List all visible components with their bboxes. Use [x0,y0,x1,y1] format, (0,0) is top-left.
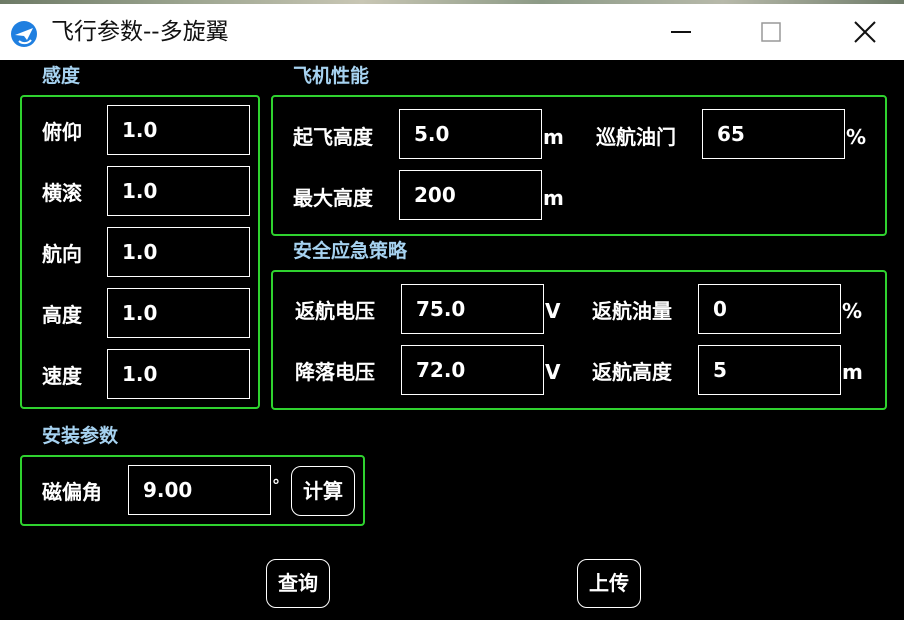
cruise-throttle-field[interactable]: 65 [702,109,845,159]
calculate-button[interactable]: 计算 [291,466,355,516]
max-altitude-field[interactable]: 200 [399,170,542,220]
unit-takeoff: m [543,125,564,149]
app-icon [10,20,38,48]
unit-max-altitude: m [543,186,564,210]
unit-rtl-fuel: % [842,299,863,323]
label-cruise-throttle: 巡航油门 [596,125,676,149]
label-roll: 横滚 [42,181,82,205]
mag-declination-field[interactable]: 9.00 [128,465,271,515]
maximize-button[interactable] [739,4,803,60]
unit-rtl-altitude: m [842,360,863,384]
label-mag-declination: 磁偏角 [42,480,102,504]
label-speed: 速度 [42,364,82,388]
group-performance: 起飞高度 5.0 m 巡航油门 65 % 最大高度 200 m [271,95,887,236]
label-rtl-voltage: 返航电压 [295,299,375,323]
close-icon [854,21,876,43]
unit-land-voltage: V [545,360,561,384]
altitude-field[interactable]: 1.0 [107,288,250,338]
rtl-altitude-field[interactable]: 5 [698,345,841,395]
label-rtl-fuel: 返航油量 [592,299,672,323]
close-button[interactable] [833,4,897,60]
group-install: 磁偏角 9.00 ° 计算 [20,455,365,526]
group-safety: 返航电压 75.0 V 返航油量 0 % 降落电压 72.0 V 返航高度 5 … [271,270,887,410]
label-rtl-altitude: 返航高度 [592,360,672,384]
query-button[interactable]: 查询 [266,559,330,608]
section-title-performance: 飞机性能 [293,65,370,87]
label-takeoff-altitude: 起飞高度 [293,125,373,149]
unit-cruise: % [846,125,867,149]
label-land-voltage: 降落电压 [295,360,375,384]
group-sensitivity: 俯仰 1.0 横滚 1.0 航向 1.0 高度 1.0 速度 1.0 [20,95,260,409]
minimize-button[interactable] [649,4,713,60]
land-voltage-field[interactable]: 72.0 [401,345,544,395]
yaw-field[interactable]: 1.0 [107,227,250,277]
roll-field[interactable]: 1.0 [107,166,250,216]
section-title-sensitivity: 感度 [42,65,81,87]
window-title: 飞行参数--多旋翼 [51,19,229,45]
dialog-body: 感度 俯仰 1.0 横滚 1.0 航向 1.0 高度 1.0 速度 1.0 飞机… [0,60,904,620]
unit-rtl-voltage: V [545,299,561,323]
unit-degree: ° [272,476,280,495]
label-altitude: 高度 [42,303,82,327]
minimize-icon [671,31,691,33]
upload-button[interactable]: 上传 [577,559,641,608]
section-title-safety: 安全应急策略 [293,240,408,262]
label-yaw: 航向 [42,242,82,266]
label-pitch: 俯仰 [42,120,82,144]
label-max-altitude: 最大高度 [293,186,373,210]
rtl-fuel-field[interactable]: 0 [698,284,841,334]
section-title-install: 安装参数 [42,425,119,447]
speed-field[interactable]: 1.0 [107,349,250,399]
rtl-voltage-field[interactable]: 75.0 [401,284,544,334]
maximize-icon [761,22,781,42]
pitch-field[interactable]: 1.0 [107,105,250,155]
takeoff-altitude-field[interactable]: 5.0 [399,109,542,159]
